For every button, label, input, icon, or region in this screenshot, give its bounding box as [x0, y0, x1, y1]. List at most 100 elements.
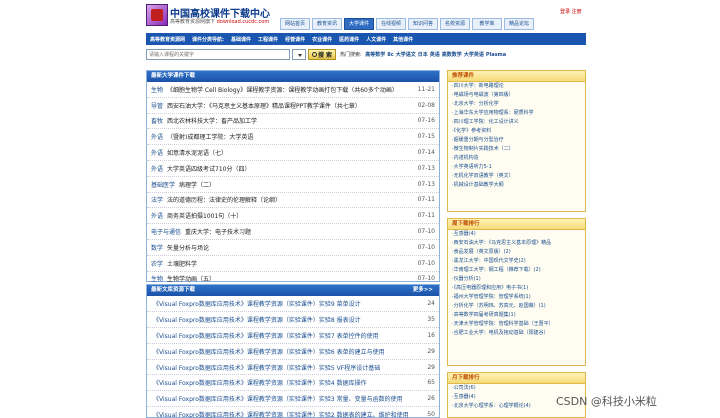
hot-search-link[interactable]: 高等数学 [365, 52, 385, 58]
recommend-item[interactable]: ·北京大学：分析化学 [448, 100, 585, 109]
latest-row[interactable]: 基础医学 病理学（二） 07-13 [147, 177, 439, 193]
row-title[interactable]: 商务英语拍摄1001句（十） [167, 211, 242, 220]
nav-tab[interactable]: 名校资源 [440, 18, 470, 30]
recommend-item[interactable]: ·无机化学双语教学（英文） [448, 172, 585, 181]
library-row[interactable]: 《Visual Foxpro数据库应用技术》课程教学资源（实验课件）实验2 数据… [147, 407, 439, 418]
weekly-item[interactable]: ·仪器分析(1) [448, 275, 585, 284]
library-title[interactable]: 《Visual Foxpro数据库应用技术》课程教学资源（实验课件）实验3 常量… [153, 394, 403, 403]
weekly-item[interactable]: ·天津大学管理学院：管理科学基础（王晋平） [448, 320, 585, 329]
weekly-item[interactable]: ·西安石油大学：《马克思主义基本原理》精品 [448, 239, 585, 248]
latest-row[interactable]: 法学 法的道德历程：法律史的伦理解释（论纲） 07-11 [147, 193, 439, 209]
row-title[interactable]: （暨射)成都理工学院：大学英语 [167, 132, 253, 141]
row-category[interactable]: 农学 [151, 259, 163, 268]
nav-tab[interactable]: 在线视频 [376, 18, 406, 30]
latest-row[interactable]: 外语 商务英语拍摄1001句（十） 07-11 [147, 208, 439, 225]
weekly-item[interactable]: ·分析化学（苏明玮、苏高元、赵国薇）(1) [448, 302, 585, 311]
row-category[interactable]: 电子与通信 [151, 227, 181, 236]
search-input[interactable] [146, 49, 290, 60]
latest-row[interactable]: 外语 （暨射)成都理工学院：大学英语 07-15 [147, 129, 439, 146]
nav-tab[interactable]: 教育资讯 [312, 18, 342, 30]
latest-row[interactable]: 畜牧 西北农林科技大学：畜产品加工学 07-16 [147, 114, 439, 130]
hot-search-link[interactable]: 大学英语 [464, 52, 484, 58]
library-row[interactable]: 《Visual Foxpro数据库应用技术》课程教学资源（实验课件）实验7 表单… [147, 328, 439, 344]
row-title[interactable]: 西北农林科技大学：畜产品加工学 [167, 116, 257, 125]
category-link[interactable]: 课件分类导航: [192, 36, 224, 43]
row-category[interactable]: 外语 [151, 211, 163, 220]
row-title[interactable]: 病理学（二） [179, 180, 215, 189]
library-row[interactable]: 《Visual Foxpro数据库应用技术》课程教学资源（实验课件）实验9 菜单… [147, 296, 439, 312]
category-link[interactable]: 农业课件 [312, 36, 332, 43]
hot-search-link[interactable]: 8c [387, 52, 393, 58]
row-title[interactable]: 西安石油大学：《马克思主义基本原理》精品课程PPT教学课件（共七章） [167, 101, 361, 110]
library-title[interactable]: 《Visual Foxpro数据库应用技术》课程教学资源（实验课件）实验7 表单… [153, 331, 379, 340]
row-category[interactable]: 生物 [151, 274, 163, 283]
row-title[interactable]: 生物学动画（五） [167, 274, 215, 283]
row-title[interactable]: 法的道德历程：法律史的伦理解释（论纲） [167, 195, 281, 204]
nav-tab[interactable]: 大学课件 [344, 18, 374, 30]
latest-row[interactable]: 电子与通信 重庆大学：电子技术习题 07-10 [147, 224, 439, 240]
latest-row[interactable]: 数学 矢量分析与场论 07-10 [147, 240, 439, 256]
weekly-item[interactable]: ·互感器(4) [448, 230, 585, 239]
latest-row[interactable]: 导管 西安石油大学：《马克思主义基本原理》精品课程PPT教学课件（共七章） 02-0… [147, 98, 439, 114]
recommend-item[interactable]: ·内诺机构造 [448, 154, 585, 163]
search-scope-select[interactable] [292, 49, 306, 60]
library-title[interactable]: 《Visual Foxpro数据库应用技术》课程教学资源（实验课件）实验2 数据… [153, 410, 409, 418]
weekly-item[interactable]: ·《高压电器原理和应用》电子书(1) [448, 284, 585, 293]
row-title[interactable]: 土壤肥料学 [167, 259, 197, 268]
hot-search-link[interactable]: Plasma [486, 52, 506, 58]
recommend-item[interactable]: ·超缓重分期与分型治疗 [448, 136, 585, 145]
recommend-item[interactable]: ·电磁场与电磁波（第四版） [448, 91, 585, 100]
hot-search-link[interactable]: 高数数学 [442, 52, 462, 58]
library-row[interactable]: 《Visual Foxpro数据库应用技术》课程教学资源（实验课件）实验6 表单… [147, 344, 439, 360]
library-more-link[interactable]: 更多>> [413, 285, 433, 296]
nav-tab[interactable]: 知识问答 [408, 18, 438, 30]
recommend-item[interactable]: ·微生物制片实践技术（二） [448, 145, 585, 154]
weekly-item[interactable]: ·福州大学管理学院：管理学系统(1) [448, 293, 585, 302]
nav-tab[interactable]: 网站首页 [280, 18, 310, 30]
row-category[interactable]: 畜牧 [151, 116, 163, 125]
weekly-item[interactable]: ·食品发展（英文原版）(2) [448, 248, 585, 257]
category-link[interactable]: 高等教育资源网 [150, 36, 185, 43]
row-category[interactable]: 基础医学 [151, 180, 175, 189]
latest-row[interactable]: 农学 土壤肥料学 07-10 [147, 256, 439, 272]
nav-tab[interactable]: 教学库 [472, 18, 502, 30]
search-button[interactable]: 搜 索 [308, 49, 336, 60]
library-title[interactable]: 《Visual Foxpro数据库应用技术》课程教学资源（实验课件）实验4 数据… [153, 378, 367, 387]
hot-search-link[interactable]: 英语 [430, 52, 440, 58]
monthly-item[interactable]: ·公司法(6) [448, 384, 585, 393]
latest-row[interactable]: 外语 大学英语四级考试710分（四） 07-13 [147, 161, 439, 177]
logo-icon[interactable] [146, 4, 168, 26]
category-link[interactable]: 基础课件 [231, 36, 251, 43]
recommend-item[interactable]: ·《化学》参考资料 [448, 127, 585, 136]
row-category[interactable]: 数学 [151, 243, 163, 252]
category-link[interactable]: 医药课件 [339, 36, 359, 43]
row-title[interactable]: 如意清水泥泥语（七） [167, 148, 227, 157]
library-title[interactable]: 《Visual Foxpro数据库应用技术》课程教学资源（实验课件）实验8 报表… [153, 315, 361, 324]
category-link[interactable]: 人文课件 [366, 36, 386, 43]
row-category[interactable]: 外语 [151, 148, 163, 157]
library-row[interactable]: 《Visual Foxpro数据库应用技术》课程教学资源（实验课件）实验4 数据… [147, 375, 439, 392]
recommend-item[interactable]: ·大学英语听力5-1 [448, 163, 585, 172]
latest-row[interactable]: 生物 《细胞生物学 Cell Biology》课程教学资源：课程教学动画打包下载（… [147, 82, 439, 98]
hot-search-link[interactable]: 日本 [418, 52, 428, 58]
recommend-item[interactable]: ·机械设计基础教学大纲 [448, 181, 585, 190]
row-category[interactable]: 生物 [151, 85, 163, 94]
recommend-item[interactable]: ·四川大学：新电路理论 [448, 82, 585, 91]
weekly-item[interactable]: ·合肥工业大学：电机及拖动基础（阳建谷） [448, 329, 585, 338]
row-title[interactable]: 大学英语四级考试710分（四） [167, 164, 250, 173]
library-title[interactable]: 《Visual Foxpro数据库应用技术》课程教学资源（实验课件）实验6 表单… [153, 347, 385, 356]
library-title[interactable]: 《Visual Foxpro数据库应用技术》课程教学资源（实验课件）实验9 菜单… [153, 299, 361, 308]
library-row[interactable]: 《Visual Foxpro数据库应用技术》课程教学资源（实验课件）实验3 常量… [147, 391, 439, 408]
category-link[interactable]: 经管课件 [285, 36, 305, 43]
row-category[interactable]: 导管 [151, 101, 163, 110]
row-category[interactable]: 法学 [151, 195, 163, 204]
category-link[interactable]: 其他课件 [393, 36, 413, 43]
site-url[interactable]: download.cucdc.com [217, 19, 270, 25]
row-category[interactable]: 外语 [151, 132, 163, 141]
weekly-item[interactable]: ·高等数学四届考研真题集(1) [448, 311, 585, 320]
login-links[interactable]: 登录 注册 [560, 8, 582, 15]
library-row[interactable]: 《Visual Foxpro数据库应用技术》课程教学资源（实验课件）实验8 报表… [147, 312, 439, 328]
nav-tab[interactable]: 精品论坛 [504, 18, 534, 30]
library-row[interactable]: 《Visual Foxpro数据库应用技术》课程教学资源（实验课件）实验5 VF… [147, 360, 439, 376]
row-title[interactable]: 《细胞生物学 Cell Biology》课程教学资源：课程教学动画打包下载（共6… [167, 85, 398, 94]
